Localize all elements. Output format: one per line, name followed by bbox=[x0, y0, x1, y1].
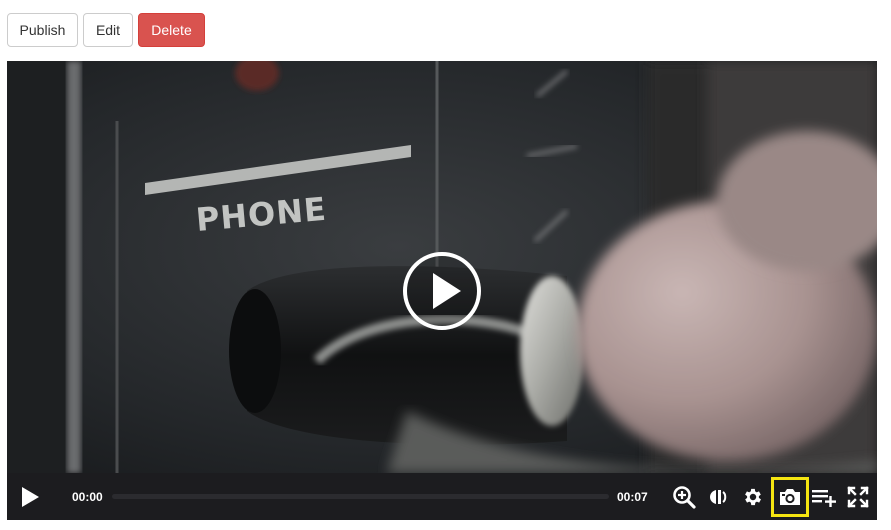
playlist-add-button[interactable] bbox=[809, 473, 839, 520]
current-time: 00:00 bbox=[72, 489, 103, 504]
playlist-add-icon bbox=[812, 489, 836, 507]
camera-icon bbox=[780, 489, 800, 505]
control-bar: 00:00 00:07 bbox=[7, 473, 877, 520]
big-play-button[interactable] bbox=[402, 251, 482, 331]
fullscreen-button[interactable] bbox=[843, 473, 873, 520]
play-icon bbox=[22, 486, 39, 507]
audio-description-icon bbox=[710, 489, 727, 504]
play-button[interactable] bbox=[13, 473, 47, 520]
duration: 00:07 bbox=[617, 489, 648, 504]
video-player: PHONE 00:00 00:07 bbox=[7, 61, 877, 520]
settings-button[interactable] bbox=[738, 473, 768, 520]
fullscreen-icon bbox=[847, 485, 869, 508]
play-circle-icon bbox=[403, 252, 481, 330]
progress-bar[interactable] bbox=[112, 494, 609, 499]
edit-button[interactable]: Edit bbox=[83, 13, 133, 47]
gear-icon bbox=[745, 488, 761, 505]
zoom-in-icon bbox=[673, 485, 696, 509]
zoom-button[interactable] bbox=[669, 473, 699, 520]
action-toolbar: Publish Edit Delete bbox=[7, 13, 205, 47]
audio-description-button[interactable] bbox=[704, 473, 734, 520]
delete-button[interactable]: Delete bbox=[138, 13, 205, 47]
snapshot-button[interactable] bbox=[771, 477, 809, 517]
publish-button[interactable]: Publish bbox=[7, 13, 78, 47]
